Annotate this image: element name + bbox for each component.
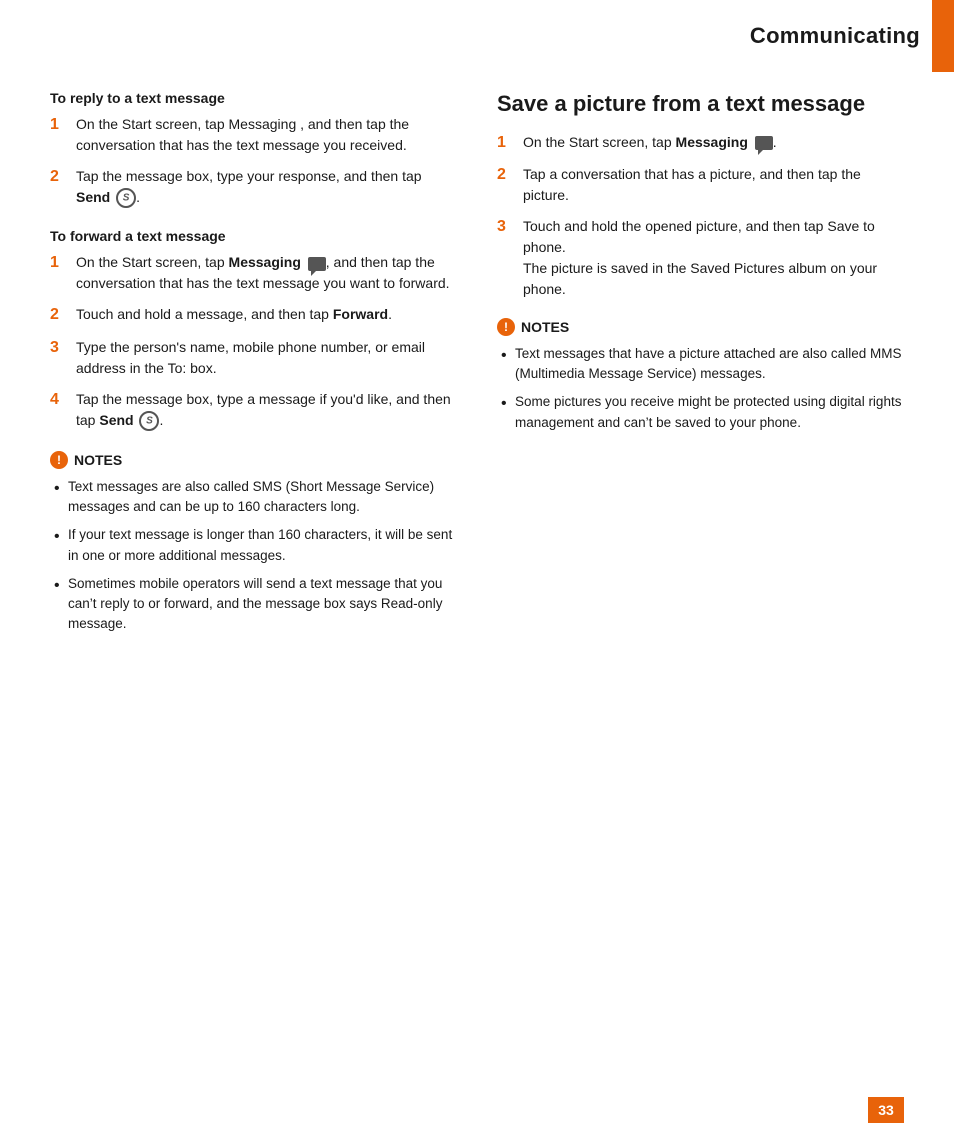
step-text: Tap a conversation that has a picture, a…: [523, 164, 904, 206]
notes-title: NOTES: [521, 319, 569, 335]
right-main-heading: Save a picture from a text message: [497, 90, 904, 118]
notes-icon: !: [50, 451, 68, 469]
forward-section: To forward a text message 1 On the Start…: [50, 228, 457, 431]
step-text: Tap the message box, type your response,…: [76, 166, 457, 208]
send-icon: [139, 411, 159, 431]
messaging-icon: [308, 257, 326, 271]
send-icon: [116, 188, 136, 208]
step-text: Tap the message box, type a message if y…: [76, 389, 457, 431]
note-item: Sometimes mobile operators will send a t…: [54, 574, 457, 635]
forward-step-4: 4 Tap the message box, type a message if…: [50, 389, 457, 431]
step-number: 3: [497, 216, 515, 238]
step-number: 1: [50, 114, 68, 136]
step-text: Touch and hold a message, and then tap F…: [76, 304, 457, 325]
note-item: Some pictures you receive might be prote…: [501, 392, 904, 433]
right-step-3: 3 Touch and hold the opened picture, and…: [497, 216, 904, 300]
forward-step-1: 1 On the Start screen, tap Messaging , a…: [50, 252, 457, 294]
reply-heading: To reply to a text message: [50, 90, 457, 106]
notes-list: Text messages that have a picture attach…: [497, 344, 904, 433]
messaging-icon: [755, 136, 773, 150]
right-notes: ! NOTES Text messages that have a pictur…: [497, 318, 904, 433]
step-text: On the Start screen, tap Messaging , and…: [76, 252, 457, 294]
right-step-1: 1 On the Start screen, tap Messaging .: [497, 132, 904, 154]
step-number: 2: [497, 164, 515, 186]
reply-section: To reply to a text message 1 On the Star…: [50, 90, 457, 208]
notes-header: ! NOTES: [497, 318, 904, 336]
forward-heading: To forward a text message: [50, 228, 457, 244]
step-number: 2: [50, 166, 68, 188]
notes-list: Text messages are also called SMS (Short…: [50, 477, 457, 635]
step-text: On the Start screen, tap Messaging , and…: [76, 114, 457, 156]
main-content: To reply to a text message 1 On the Star…: [50, 90, 904, 1065]
page-number: 33: [868, 1097, 904, 1123]
right-step-2: 2 Tap a conversation that has a picture,…: [497, 164, 904, 206]
header-title: Communicating: [750, 5, 932, 67]
notes-header: ! NOTES: [50, 451, 457, 469]
step-text: Touch and hold the opened picture, and t…: [523, 216, 904, 300]
left-notes: ! NOTES Text messages are also called SM…: [50, 451, 457, 635]
step-number: 4: [50, 389, 68, 411]
step-number: 2: [50, 304, 68, 326]
step-text: On the Start screen, tap Messaging .: [523, 132, 904, 153]
right-column: Save a picture from a text message 1 On …: [497, 90, 904, 1065]
step-number: 3: [50, 337, 68, 359]
step-number: 1: [497, 132, 515, 154]
notes-icon: !: [497, 318, 515, 336]
step-text: Type the person's name, mobile phone num…: [76, 337, 457, 379]
forward-step-2: 2 Touch and hold a message, and then tap…: [50, 304, 457, 326]
header-accent-bar: [932, 0, 954, 72]
left-column: To reply to a text message 1 On the Star…: [50, 90, 457, 1065]
reply-step-1: 1 On the Start screen, tap Messaging , a…: [50, 114, 457, 156]
header: Communicating: [750, 0, 954, 72]
reply-step-2: 2 Tap the message box, type your respons…: [50, 166, 457, 208]
note-item: Text messages are also called SMS (Short…: [54, 477, 457, 518]
note-item: Text messages that have a picture attach…: [501, 344, 904, 385]
notes-title: NOTES: [74, 452, 122, 468]
note-item: If your text message is longer than 160 …: [54, 525, 457, 566]
forward-step-3: 3 Type the person's name, mobile phone n…: [50, 337, 457, 379]
step-number: 1: [50, 252, 68, 274]
